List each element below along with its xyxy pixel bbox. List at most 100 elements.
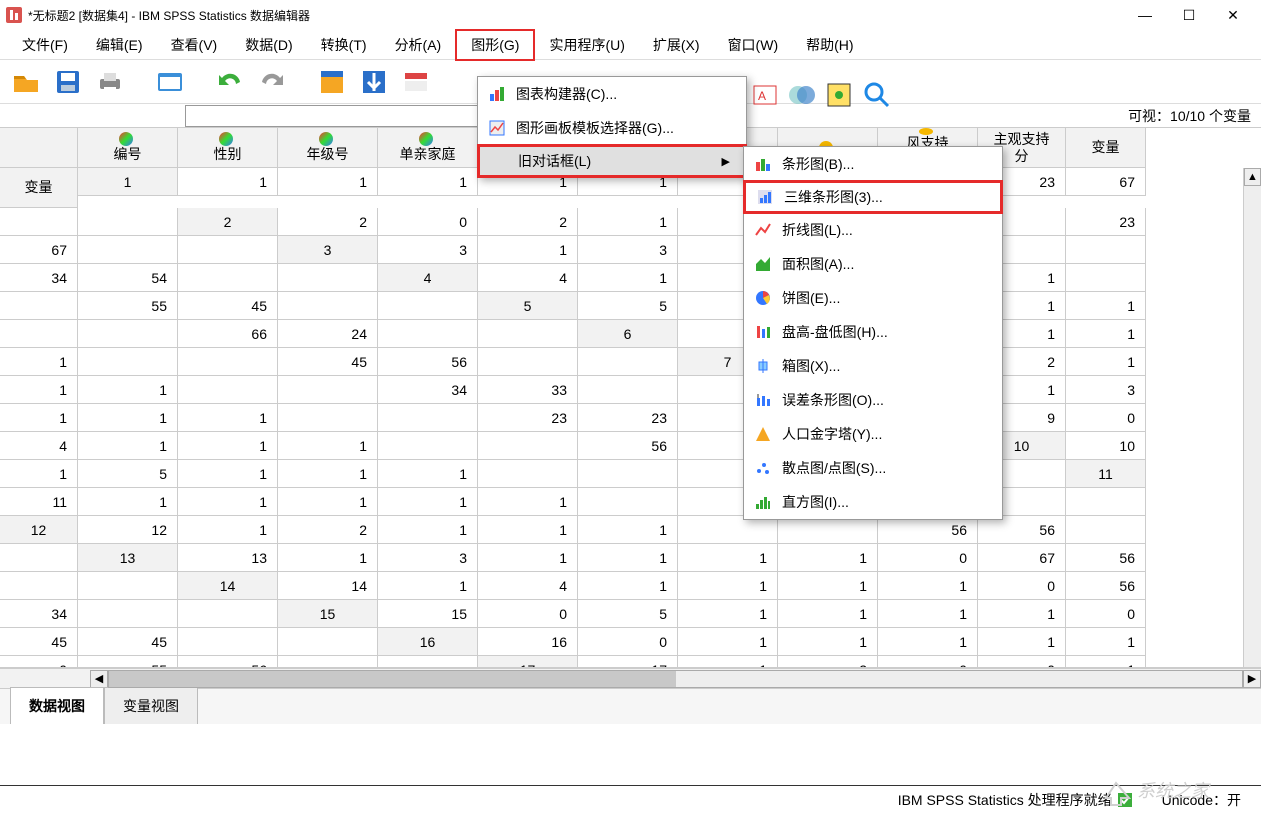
row-header[interactable]: 2 [178,208,278,236]
data-cell[interactable]: 1 [178,516,278,544]
menu-data[interactable]: 数据(D) [231,31,306,59]
data-cell[interactable]: 2 [278,208,378,236]
data-cell[interactable]: 1 [778,628,878,656]
data-cell[interactable] [178,628,278,656]
data-cell[interactable]: 0 [378,208,478,236]
data-cell[interactable]: 15 [378,600,478,628]
data-cell[interactable]: 1 [478,516,578,544]
data-cell[interactable]: 45 [78,628,178,656]
menu-extensions[interactable]: 扩展(X) [639,31,714,59]
data-cell[interactable] [178,376,278,404]
find-icon[interactable] [862,80,892,110]
data-cell[interactable]: 1 [278,460,378,488]
menu-transform[interactable]: 转换(T) [307,31,381,59]
menu-analyze[interactable]: 分析(A) [381,31,456,59]
data-cell[interactable]: 56 [1066,544,1146,572]
menu-utilities[interactable]: 实用程序(U) [535,31,638,59]
data-cell[interactable]: 3 [378,544,478,572]
menu-template-chooser[interactable]: 图形画板模板选择器(G)... [478,111,746,145]
col-header[interactable]: 编号 [78,128,178,168]
data-cell[interactable]: 10 [1066,432,1146,460]
data-cell[interactable]: 1 [578,264,678,292]
data-cell[interactable]: 1 [578,572,678,600]
data-cell[interactable]: 1 [678,572,778,600]
row-header[interactable]: 4 [378,264,478,292]
data-cell[interactable]: 1 [678,628,778,656]
data-cell[interactable] [178,600,278,628]
data-cell[interactable]: 56 [978,516,1066,544]
data-cell[interactable] [378,320,478,348]
redo-icon[interactable] [256,66,288,98]
scroll-thumb[interactable] [109,671,676,687]
data-cell[interactable]: 0 [578,628,678,656]
data-cell[interactable] [578,348,678,376]
col-header[interactable]: 变量 [1066,128,1146,168]
data-cell[interactable]: 1 [0,376,78,404]
data-cell[interactable]: 1 [678,544,778,572]
data-cell[interactable] [278,292,378,320]
data-cell[interactable]: 1 [378,516,478,544]
data-cell[interactable]: 5 [578,292,678,320]
data-cell[interactable]: 45 [0,628,78,656]
scroll-track[interactable] [108,670,1243,688]
menu-file[interactable]: 文件(F) [8,31,82,59]
data-cell[interactable]: 1 [1066,348,1146,376]
data-cell[interactable]: 66 [178,320,278,348]
data-cell[interactable]: 1 [878,600,978,628]
data-cell[interactable] [0,292,78,320]
data-cell[interactable]: 4 [478,264,578,292]
data-cell[interactable]: 56 [178,656,278,668]
menu-chart-builder[interactable]: 图表构建器(C)... [478,77,746,111]
data-cell[interactable]: 2 [778,656,878,668]
variables-icon[interactable] [400,66,432,98]
data-cell[interactable] [378,656,478,668]
data-cell[interactable]: 1 [378,168,478,196]
data-cell[interactable]: 1 [678,600,778,628]
submenu-item[interactable]: 盘高-盘低图(H)... [744,315,1002,349]
data-cell[interactable]: 67 [978,544,1066,572]
data-cell[interactable]: 24 [278,320,378,348]
data-cell[interactable] [278,404,378,432]
data-cell[interactable] [378,432,478,460]
col-header[interactable]: 性别 [178,128,278,168]
data-cell[interactable]: 3 [378,236,478,264]
use-sets-icon[interactable] [788,82,816,108]
open-icon[interactable] [10,66,42,98]
data-cell[interactable]: 17 [578,656,678,668]
submenu-item[interactable]: 折线图(L)... [744,213,1002,247]
data-cell[interactable]: 2 [478,208,578,236]
data-cell[interactable]: 56 [578,432,678,460]
data-cell[interactable]: 56 [378,348,478,376]
data-cell[interactable]: 1 [178,432,278,460]
data-cell[interactable] [178,236,278,264]
data-cell[interactable]: 1 [178,404,278,432]
data-cell[interactable]: 55 [78,656,178,668]
data-cell[interactable]: 1 [1066,320,1146,348]
data-cell[interactable]: 33 [478,376,578,404]
data-cell[interactable]: 1 [778,572,878,600]
data-cell[interactable] [378,292,478,320]
data-cell[interactable]: 45 [178,292,278,320]
data-cell[interactable] [278,264,378,292]
data-cell[interactable]: 1 [778,544,878,572]
data-cell[interactable]: 23 [578,404,678,432]
data-cell[interactable]: 1 [878,628,978,656]
data-cell[interactable]: 0 [1066,600,1146,628]
data-cell[interactable]: 55 [78,292,178,320]
data-cell[interactable]: 0 [878,656,978,668]
data-cell[interactable]: 54 [78,264,178,292]
data-cell[interactable]: 23 [1066,208,1146,236]
menu-graphs[interactable]: 图形(G) [455,29,535,61]
data-cell[interactable] [78,348,178,376]
data-cell[interactable]: 1 [178,460,278,488]
data-cell[interactable]: 67 [1066,168,1146,196]
data-cell[interactable]: 1 [578,516,678,544]
data-cell[interactable]: 1 [278,488,378,516]
minimize-button[interactable]: — [1123,1,1167,29]
data-cell[interactable] [678,516,778,544]
row-header[interactable]: 6 [578,320,678,348]
data-cell[interactable] [278,656,378,668]
col-header[interactable]: 变量 [0,168,78,208]
data-cell[interactable]: 1 [778,600,878,628]
data-cell[interactable] [478,320,578,348]
